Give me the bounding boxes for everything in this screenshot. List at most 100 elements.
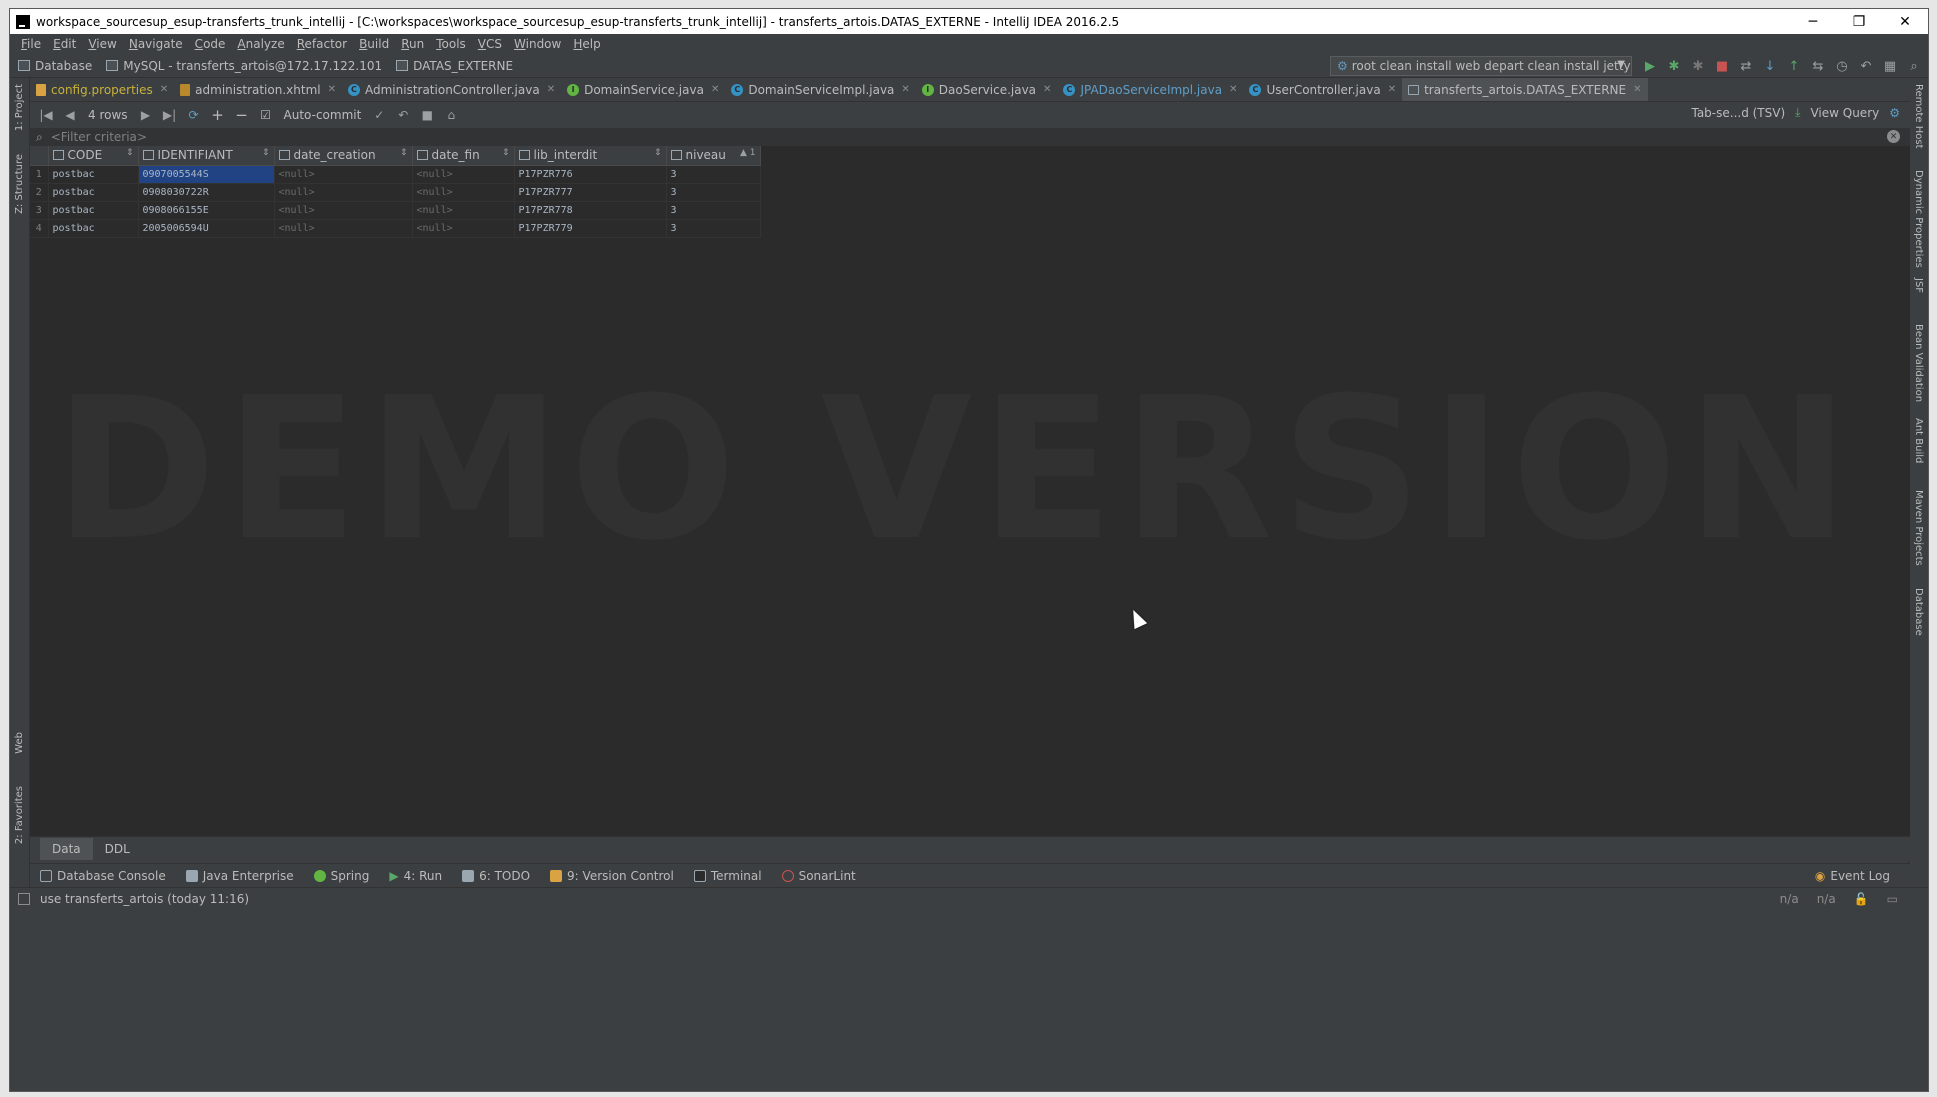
- cell-date-creation[interactable]: <null>: [274, 219, 413, 238]
- maven-projects-tool-button[interactable]: Maven Projects: [1913, 490, 1924, 566]
- tab-data[interactable]: Data: [40, 838, 93, 860]
- close-icon[interactable]: ✕: [1388, 84, 1396, 95]
- database-console-tool[interactable]: Database Console: [40, 869, 166, 883]
- gear-icon[interactable]: ⚙: [1889, 106, 1900, 120]
- remote-host-tool-button[interactable]: Remote Host: [1913, 84, 1924, 149]
- close-icon[interactable]: ✕: [1043, 84, 1051, 95]
- column-header-date-creation[interactable]: date_creation ⇕: [274, 146, 413, 166]
- sort-toggle-icon[interactable]: ⇕: [400, 148, 408, 158]
- tab-domain-service[interactable]: I DomainService.java ✕: [561, 78, 725, 101]
- menu-run[interactable]: Run: [395, 37, 430, 51]
- export-icon[interactable]: ⤓: [1795, 105, 1800, 120]
- todo-tool[interactable]: 6: TODO: [462, 869, 530, 883]
- vcs-revert-icon[interactable]: ↶: [1856, 56, 1876, 76]
- close-button[interactable]: ✕: [1882, 9, 1928, 34]
- cell-date-fin[interactable]: <null>: [412, 165, 515, 184]
- column-header-code[interactable]: CODE ⇕: [48, 146, 139, 166]
- row-count[interactable]: 4 rows: [84, 105, 132, 125]
- table-row[interactable]: 3 postbac 0908066155E <null> <null> P17P…: [30, 201, 761, 220]
- run-icon[interactable]: ▶: [1640, 56, 1660, 76]
- cell-lib-interdit[interactable]: P17PZR779: [514, 219, 667, 238]
- menu-analyze[interactable]: Analyze: [231, 37, 290, 51]
- previous-page-icon[interactable]: ◀: [60, 105, 80, 125]
- bean-validation-tool-button[interactable]: Bean Validation: [1913, 324, 1924, 402]
- close-icon[interactable]: ✕: [711, 84, 719, 95]
- cell-date-fin[interactable]: <null>: [412, 201, 515, 220]
- sort-toggle-icon[interactable]: ⇕: [262, 148, 270, 158]
- cell-date-creation[interactable]: <null>: [274, 165, 413, 184]
- tab-ddl[interactable]: DDL: [93, 838, 142, 860]
- cell-niveau[interactable]: 3: [666, 183, 761, 202]
- close-icon[interactable]: ✕: [160, 84, 168, 95]
- ant-build-tool-button[interactable]: Ant Build: [1913, 418, 1924, 463]
- close-icon[interactable]: ✕: [1229, 84, 1237, 95]
- tab-jpa-dao-service-impl[interactable]: C JPADaoServiceImpl.java ✕: [1057, 78, 1243, 101]
- column-header-identifiant[interactable]: IDENTIFIANT ⇕: [138, 146, 275, 166]
- tab-datas-externe[interactable]: transferts_artois.DATAS_EXTERNE ✕: [1402, 78, 1648, 101]
- stop-icon[interactable]: ■: [1712, 56, 1732, 76]
- cell-identifiant[interactable]: 0907005544S: [138, 165, 275, 184]
- table-row[interactable]: 2 postbac 0908030722R <null> <null> P17P…: [30, 183, 761, 202]
- cell-code[interactable]: postbac: [48, 165, 139, 184]
- minimize-button[interactable]: ─: [1790, 9, 1836, 34]
- column-header-lib-interdit[interactable]: lib_interdit ⇕: [514, 146, 667, 166]
- tab-dao-service[interactable]: I DaoService.java ✕: [916, 78, 1058, 101]
- tab-user-controller[interactable]: C UserController.java ✕: [1243, 78, 1402, 101]
- event-log-tool[interactable]: ◉ Event Log: [1815, 869, 1890, 883]
- export-format-select[interactable]: Tab-se...d (TSV): [1691, 106, 1785, 120]
- cell-code[interactable]: postbac: [48, 183, 139, 202]
- jsf-tool-button[interactable]: JSF: [1913, 278, 1924, 293]
- close-icon[interactable]: ✕: [1633, 84, 1641, 95]
- cell-code[interactable]: postbac: [48, 201, 139, 220]
- cell-identifiant[interactable]: 0908066155E: [138, 201, 275, 220]
- delete-row-icon[interactable]: −: [232, 105, 252, 125]
- cell-identifiant[interactable]: 0908030722R: [138, 183, 275, 202]
- tab-config-properties[interactable]: config.properties ✕: [30, 78, 174, 101]
- cell-date-creation[interactable]: <null>: [274, 201, 413, 220]
- ddl-icon[interactable]: ⌂: [441, 105, 461, 125]
- add-row-icon[interactable]: +: [208, 105, 228, 125]
- toggle-tool-windows-icon[interactable]: [18, 893, 30, 905]
- cell-niveau[interactable]: 3: [666, 165, 761, 184]
- close-icon[interactable]: ✕: [901, 84, 909, 95]
- run-configuration-select[interactable]: ⚙ root clean install web depart clean in…: [1330, 56, 1632, 76]
- menu-build[interactable]: Build: [353, 37, 395, 51]
- sort-toggle-icon[interactable]: ⇕: [654, 148, 662, 158]
- next-page-icon[interactable]: ▶: [136, 105, 156, 125]
- attach-icon[interactable]: ⇄: [1736, 56, 1756, 76]
- cell-lib-interdit[interactable]: P17PZR777: [514, 183, 667, 202]
- coverage-icon[interactable]: ✱: [1688, 56, 1708, 76]
- sonarlint-tool[interactable]: SonarLint: [781, 869, 856, 883]
- menu-file[interactable]: File: [15, 37, 47, 51]
- menu-edit[interactable]: Edit: [47, 37, 82, 51]
- search-icon[interactable]: ⌕: [1904, 56, 1924, 76]
- auto-commit-toggle[interactable]: Auto-commit: [280, 105, 366, 125]
- commit-icon[interactable]: ✓: [369, 105, 389, 125]
- clear-filter-icon[interactable]: ✕: [1887, 130, 1900, 143]
- cell-identifiant[interactable]: 2005006594U: [138, 219, 275, 238]
- first-page-icon[interactable]: |◀: [36, 105, 56, 125]
- sort-indicator[interactable]: ▲ 1: [740, 148, 756, 158]
- view-query-button[interactable]: View Query: [1810, 106, 1879, 120]
- lock-icon[interactable]: 🔓: [1854, 892, 1869, 906]
- terminal-tool[interactable]: Terminal: [693, 869, 762, 883]
- menu-help[interactable]: Help: [567, 37, 606, 51]
- menu-navigate[interactable]: Navigate: [123, 37, 189, 51]
- column-header-niveau[interactable]: niveau ▲ 1: [666, 146, 761, 166]
- tab-administration-xhtml[interactable]: administration.xhtml ✕: [174, 78, 342, 101]
- cell-code[interactable]: postbac: [48, 219, 139, 238]
- sort-toggle-icon[interactable]: ⇕: [126, 148, 134, 158]
- breadcrumb-table[interactable]: DATAS_EXTERNE: [396, 59, 513, 73]
- sort-toggle-icon[interactable]: ⇕: [502, 148, 510, 158]
- cell-lib-interdit[interactable]: P17PZR776: [514, 165, 667, 184]
- menu-vcs[interactable]: VCS: [472, 37, 508, 51]
- spring-tool[interactable]: Spring: [313, 869, 369, 883]
- menu-view[interactable]: View: [82, 37, 122, 51]
- cancel-running-icon[interactable]: ■: [417, 105, 437, 125]
- close-icon[interactable]: ✕: [547, 84, 555, 95]
- reload-icon[interactable]: ⟳: [184, 105, 204, 125]
- close-icon[interactable]: ✕: [328, 84, 336, 95]
- version-control-tool[interactable]: 9: Version Control: [550, 869, 674, 883]
- dynamic-properties-tool-button[interactable]: Dynamic Properties: [1913, 170, 1924, 268]
- cell-date-fin[interactable]: <null>: [412, 219, 515, 238]
